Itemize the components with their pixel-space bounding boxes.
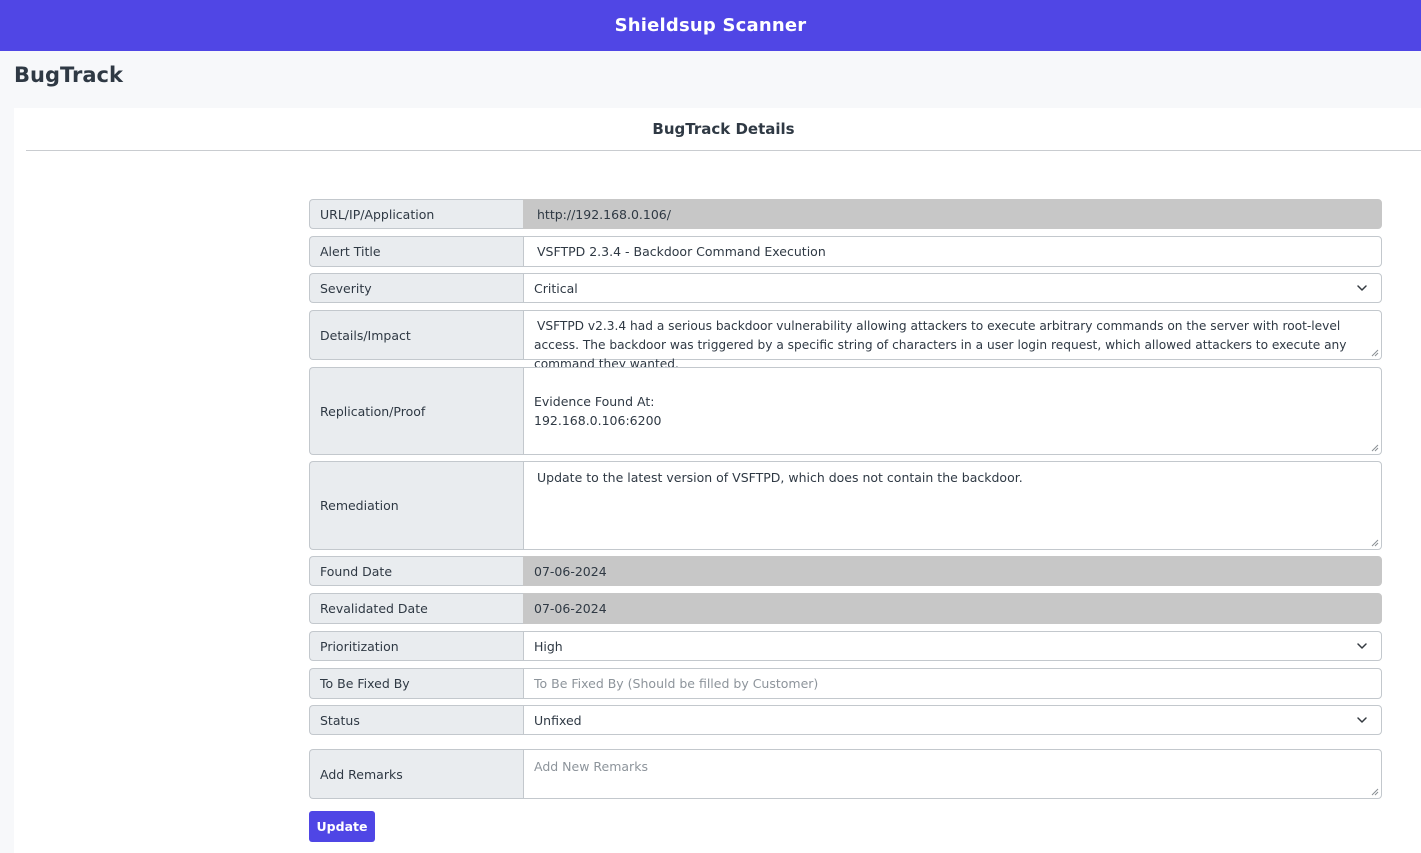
chevron-down-icon <box>1357 643 1367 649</box>
revalidated-date-row: Revalidated Date 07-06-2024 <box>309 593 1382 624</box>
alert-title-label: Alert Title <box>309 236 523 267</box>
resize-handle-icon[interactable] <box>1369 786 1379 796</box>
prioritization-value: High <box>534 638 563 654</box>
status-value: Unfixed <box>534 712 582 728</box>
status-select[interactable]: Unfixed <box>523 705 1382 735</box>
alert-title-row: Alert Title VSFTPD 2.3.4 - Backdoor Comm… <box>309 236 1382 267</box>
remarks-placeholder: Add New Remarks <box>534 759 648 774</box>
remediation-row: Remediation Update to the latest version… <box>309 461 1382 550</box>
found-date-row: Found Date 07-06-2024 <box>309 556 1382 586</box>
prioritization-row: Prioritization High <box>309 631 1382 661</box>
status-label: Status <box>309 705 523 735</box>
found-date-label: Found Date <box>309 556 523 586</box>
page-title: BugTrack <box>14 63 123 87</box>
card-title: BugTrack Details <box>652 120 795 138</box>
replication-line-1: Evidence Found At: <box>534 394 655 409</box>
revalidated-date-label: Revalidated Date <box>309 593 523 624</box>
alert-title-field[interactable]: VSFTPD 2.3.4 - Backdoor Command Executio… <box>523 236 1382 267</box>
status-row: Status Unfixed <box>309 705 1382 735</box>
replication-row: Replication/Proof Evidence Found At: 192… <box>309 367 1382 455</box>
severity-value: Critical <box>534 280 578 296</box>
app-brand[interactable]: Shieldsup Scanner <box>615 15 807 36</box>
to-be-fixed-by-label: To Be Fixed By <box>309 668 523 699</box>
to-be-fixed-by-placeholder: To Be Fixed By (Should be filled by Cust… <box>534 676 819 691</box>
severity-label: Severity <box>309 273 523 303</box>
revalidated-date-field[interactable]: 07-06-2024 <box>523 593 1382 624</box>
prioritization-select[interactable]: High <box>523 631 1382 661</box>
url-field[interactable]: http://192.168.0.106/ <box>523 199 1382 229</box>
remarks-label: Add Remarks <box>309 749 523 799</box>
details-label: Details/Impact <box>309 310 523 360</box>
url-row: URL/IP/Application http://192.168.0.106/ <box>309 199 1382 229</box>
resize-handle-icon[interactable] <box>1369 537 1379 547</box>
to-be-fixed-by-row: To Be Fixed By To Be Fixed By (Should be… <box>309 668 1382 699</box>
severity-select[interactable]: Critical <box>523 273 1382 303</box>
remediation-label: Remediation <box>309 461 523 550</box>
resize-handle-icon[interactable] <box>1369 347 1379 357</box>
url-label: URL/IP/Application <box>309 199 523 229</box>
top-navbar: Shieldsup Scanner <box>0 0 1421 51</box>
remarks-textarea[interactable]: Add New Remarks <box>523 749 1382 799</box>
replication-textarea[interactable]: Evidence Found At: 192.168.0.106:6200 <box>523 367 1382 455</box>
details-textarea[interactable]: VSFTPD v2.3.4 had a serious backdoor vul… <box>523 310 1382 371</box>
details-text: VSFTPD v2.3.4 had a serious backdoor vul… <box>534 319 1347 371</box>
resize-handle-icon[interactable] <box>1369 442 1379 452</box>
remarks-row: Add Remarks Add New Remarks <box>309 749 1382 799</box>
details-row: Details/Impact VSFTPD v2.3.4 had a serio… <box>309 310 1382 371</box>
replication-label: Replication/Proof <box>309 367 523 455</box>
to-be-fixed-by-input[interactable]: To Be Fixed By (Should be filled by Cust… <box>523 668 1382 699</box>
replication-line-2: 192.168.0.106:6200 <box>534 413 662 428</box>
remediation-textarea[interactable]: Update to the latest version of VSFTPD, … <box>523 461 1382 550</box>
severity-row: Severity Critical <box>309 273 1382 303</box>
update-button[interactable]: Update <box>309 811 375 842</box>
card-header: BugTrack Details <box>26 108 1421 151</box>
chevron-down-icon <box>1357 285 1367 291</box>
chevron-down-icon <box>1357 717 1367 723</box>
found-date-field[interactable]: 07-06-2024 <box>523 556 1382 586</box>
remediation-text: Update to the latest version of VSFTPD, … <box>537 470 1023 485</box>
prioritization-label: Prioritization <box>309 631 523 661</box>
